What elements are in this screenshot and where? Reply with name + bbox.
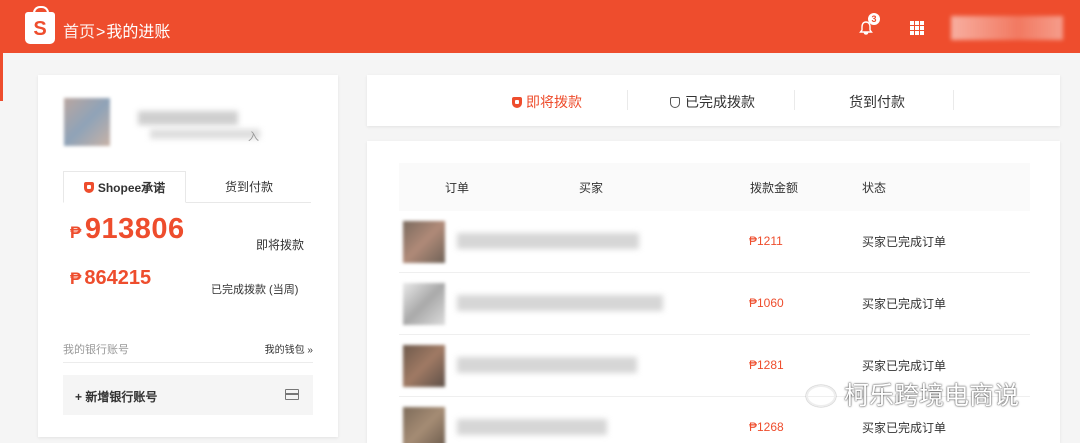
- sidebar-accent: [0, 53, 3, 101]
- shop-subtitle-suffix: 入: [248, 131, 259, 143]
- column-order: 订单: [445, 181, 470, 195]
- order-info-redacted: [457, 419, 607, 435]
- currency-symbol: ₱: [70, 223, 82, 242]
- balance-summary-card: 入 Shopee承诺 货到付款 ₱ 913806 即将拨款 ₱ 864215 已完成…: [38, 75, 338, 437]
- balance-tabs: Shopee承诺 货到付款: [63, 171, 311, 203]
- order-status: 买家已完成订单: [862, 421, 947, 435]
- order-status: 买家已完成订单: [862, 297, 947, 311]
- order-status: 买家已完成订单: [862, 359, 947, 373]
- payout-amount: ₱1268: [749, 420, 784, 434]
- currency-symbol: ₱: [70, 269, 82, 288]
- account-menu[interactable]: [951, 16, 1063, 40]
- upcoming-payout-amount: ₱ 913806: [70, 213, 185, 246]
- top-navbar: S 首页>我的进账 3: [0, 0, 1080, 53]
- tab-completed-payout[interactable]: 已完成拨款: [670, 92, 755, 112]
- tab-upcoming-payout[interactable]: 即将拨款: [512, 92, 582, 112]
- column-payout-amount: 拨款金额: [750, 181, 799, 195]
- shopee-bag-icon[interactable]: S: [25, 6, 55, 44]
- breadcrumb-home-link[interactable]: 首页: [63, 24, 95, 41]
- column-buyer: 买家: [579, 181, 604, 195]
- completed-payout-amount: ₱ 864215: [70, 267, 151, 290]
- tab-cod-payout[interactable]: 货到付款: [849, 92, 905, 112]
- my-wallet-link[interactable]: 我的钱包 »: [265, 341, 313, 356]
- amount-value: 864215: [84, 267, 152, 289]
- breadcrumb: 首页>我的进账: [63, 18, 170, 42]
- tab-divider: [627, 90, 628, 110]
- breadcrumb-current: 我的进账: [106, 24, 171, 41]
- completed-payout-label: 已完成拨款 (当周): [211, 284, 299, 296]
- bank-accounts-header: 我的银行账号 我的钱包 »: [63, 341, 313, 363]
- add-bank-account-button[interactable]: + 新增银行账号: [63, 375, 313, 415]
- payout-tabs: 即将拨款 已完成拨款 货到付款: [367, 75, 1060, 126]
- watermark: 柯乐跨境电商说: [806, 376, 1019, 412]
- amount-value: 913806: [84, 213, 185, 245]
- payout-amount: ₱1060: [749, 296, 784, 310]
- tab-divider: [794, 90, 795, 110]
- breadcrumb-separator: >: [96, 24, 106, 41]
- order-info-redacted: [457, 295, 663, 311]
- table-header: 订单 买家 拨款金额 状态: [399, 163, 1030, 211]
- upcoming-payout-label: 即将拨款: [256, 238, 305, 252]
- shield-icon: [512, 97, 522, 108]
- product-thumbnail: [403, 221, 445, 263]
- watermark-text: 柯乐跨境电商说: [844, 382, 1020, 410]
- tab-label: 已完成拨款: [685, 94, 755, 110]
- column-status: 状态: [862, 181, 887, 195]
- tab-shopee-guarantee[interactable]: Shopee承诺: [63, 171, 186, 203]
- bank-card-icon: [285, 389, 299, 400]
- payout-amount: ₱1281: [749, 358, 784, 372]
- avatar: [64, 98, 110, 146]
- product-thumbnail: [403, 283, 445, 325]
- logo-letter: S: [33, 18, 47, 40]
- apps-grid-icon[interactable]: [910, 21, 924, 35]
- product-thumbnail: [403, 407, 445, 443]
- order-info-redacted: [457, 357, 637, 373]
- table-row[interactable]: ₱1060 买家已完成订单: [399, 273, 1030, 335]
- product-thumbnail: [403, 345, 445, 387]
- shield-icon: [83, 182, 94, 193]
- add-bank-account-label: + 新增银行账号: [75, 390, 158, 404]
- payout-amount: ₱1211: [749, 234, 783, 248]
- bank-accounts-title: 我的银行账号: [63, 344, 129, 356]
- tab-divider: [953, 90, 954, 110]
- shield-outline-icon: [670, 97, 680, 108]
- shop-subtitle-redacted: [150, 129, 260, 139]
- tab-label: Shopee承诺: [97, 181, 166, 195]
- table-row[interactable]: ₱1211 买家已完成订单: [399, 211, 1030, 273]
- notification-badge: 3: [868, 13, 880, 25]
- tab-label: 即将拨款: [526, 94, 582, 110]
- order-status: 买家已完成订单: [862, 235, 947, 249]
- shop-name-redacted: [138, 111, 238, 125]
- wechat-logo-icon: [806, 385, 836, 407]
- order-info-redacted: [457, 233, 639, 249]
- tab-cash-on-delivery[interactable]: 货到付款: [187, 171, 311, 203]
